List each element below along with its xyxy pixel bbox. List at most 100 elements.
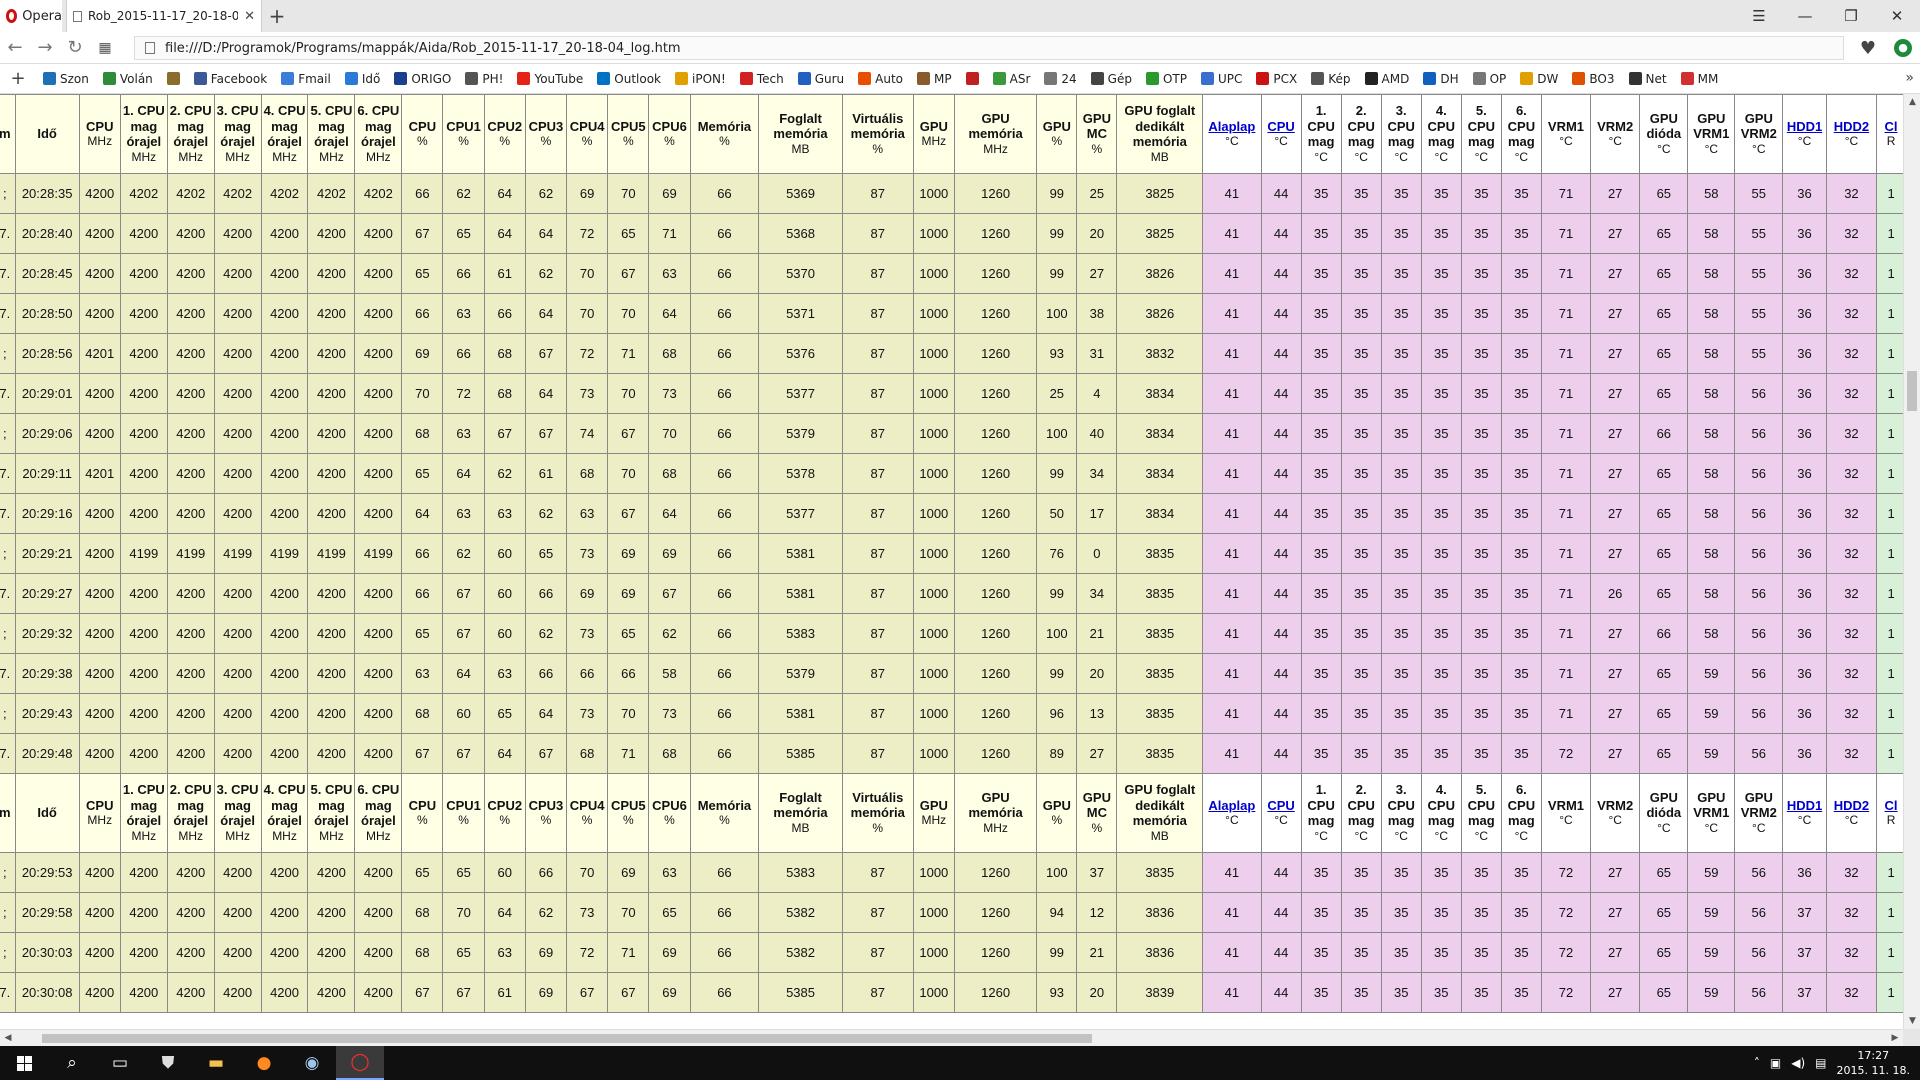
table-cell: 32: [1825, 333, 1878, 374]
scroll-left-icon[interactable]: ◀: [0, 1030, 16, 1047]
horizontal-scrollbar[interactable]: ◀ ▶: [0, 1029, 1903, 1046]
opera-menu-label: Opera: [22, 8, 62, 24]
vertical-scrollbar[interactable]: ▲ ▼: [1903, 94, 1920, 1029]
column-header[interactable]: CPU °C: [1260, 773, 1302, 853]
clock[interactable]: 17:27 2015. 11. 18.: [1837, 1048, 1910, 1078]
table-cell: 35: [1380, 453, 1422, 494]
horizontal-scroll-thumb[interactable]: [42, 1034, 1092, 1043]
add-bookmark-icon[interactable]: +: [0, 68, 36, 89]
action-center-icon[interactable]: ▤: [1815, 1056, 1826, 1070]
table-cell: 4200: [260, 693, 309, 734]
firefox-icon[interactable]: ●: [240, 1046, 288, 1080]
column-header-unit: °C: [1844, 134, 1859, 148]
bookmark-item[interactable]: ORIGO: [387, 72, 458, 86]
tab-close-icon[interactable]: ✕: [244, 9, 255, 24]
bookmark-item[interactable]: OTP: [1139, 72, 1194, 86]
table-cell: 1: [1876, 533, 1906, 574]
table-cell: 4200: [119, 852, 168, 893]
table-cell: 58: [1687, 213, 1736, 254]
reload-icon[interactable]: ↻: [60, 37, 90, 58]
table-row: ; 20:29:53 4200 4200 4200 4200 4200 4200 4200 65 6…: [0, 852, 1906, 893]
bookmark-item[interactable]: MM: [1674, 72, 1726, 86]
table-cell: 70: [607, 173, 650, 214]
opera-menu-button[interactable]: Opera: [0, 0, 62, 32]
scroll-down-icon[interactable]: ▼: [1904, 1013, 1920, 1029]
bookmark-item[interactable]: Tech: [733, 72, 791, 86]
bookmark-item[interactable]: BO3: [1565, 72, 1621, 86]
bookmark-item[interactable]: iPON!: [668, 72, 733, 86]
scroll-up-icon[interactable]: ▲: [1904, 94, 1920, 110]
new-tab-button[interactable]: +: [262, 0, 292, 32]
bookmark-item[interactable]: AMD: [1358, 72, 1417, 86]
bookmark-item[interactable]: Outlook: [590, 72, 668, 86]
table-cell: 56: [1734, 533, 1784, 574]
search-icon[interactable]: ⌕: [48, 1046, 96, 1080]
table-cell: 4202: [213, 173, 262, 214]
app-shield-icon[interactable]: ⛊: [144, 1046, 192, 1080]
bookmark-item[interactable]: MP: [910, 72, 959, 86]
column-header[interactable]: Alaplap °C: [1202, 773, 1262, 853]
file-explorer-icon[interactable]: ▬: [192, 1046, 240, 1080]
bookmark-item[interactable]: UPC: [1194, 72, 1249, 86]
bookmark-item[interactable]: Idő: [338, 72, 388, 86]
bookmark-item[interactable]: YouTube: [510, 72, 590, 86]
bookmark-item[interactable]: DH: [1416, 72, 1465, 86]
bookmark-item[interactable]: Net: [1622, 72, 1674, 86]
maximize-button[interactable]: ❐: [1828, 0, 1874, 32]
bookmark-item[interactable]: PH!: [458, 72, 510, 86]
bookmark-item[interactable]: OP: [1466, 72, 1514, 86]
network-icon[interactable]: ▣: [1770, 1056, 1781, 1070]
more-bookmarks-icon[interactable]: »: [1905, 70, 1914, 86]
bookmark-item[interactable]: Guru: [791, 72, 851, 86]
column-header[interactable]: CPU °C: [1260, 94, 1302, 174]
speed-dial-icon[interactable]: ▦: [90, 40, 120, 56]
bookmark-item[interactable]: ASr: [986, 72, 1038, 86]
column-header[interactable]: HDD1 °C: [1782, 773, 1827, 853]
column-header[interactable]: HDD1 °C: [1782, 94, 1827, 174]
task-view-icon[interactable]: ▭: [96, 1046, 144, 1080]
table-cell: 56: [1734, 892, 1784, 933]
column-header[interactable]: Alaplap °C: [1202, 94, 1262, 174]
column-header: CPU%: [401, 773, 444, 853]
close-window-button[interactable]: ✕: [1874, 0, 1920, 32]
bookmark-item[interactable]: 24: [1037, 72, 1083, 86]
table-cell: 27: [1590, 653, 1641, 694]
back-icon[interactable]: ←: [0, 37, 30, 58]
table-cell: 35: [1300, 173, 1342, 214]
volume-icon[interactable]: ◀): [1791, 1056, 1805, 1070]
extension-icon[interactable]: ●: [1894, 39, 1912, 57]
vertical-scroll-thumb[interactable]: [1907, 371, 1917, 411]
bookmark-item[interactable]: [959, 72, 986, 85]
table-cell: 35: [1340, 892, 1382, 933]
column-header-unit: R: [1886, 134, 1896, 148]
bookmark-item[interactable]: Kép: [1304, 72, 1357, 86]
steam-icon[interactable]: ◉: [288, 1046, 336, 1080]
bookmark-heart-icon[interactable]: ♥: [1860, 38, 1876, 59]
column-header[interactable]: Cl R: [1876, 94, 1906, 174]
tray-chevron-icon[interactable]: ˄: [1754, 1056, 1760, 1070]
scroll-right-icon[interactable]: ▶: [1887, 1030, 1903, 1047]
table-cell: 1000: [912, 852, 955, 893]
tab-log-file[interactable]: Rob_2015-11-17_20-18-04 ✕: [66, 0, 262, 32]
tab-menu-icon[interactable]: ☰: [1736, 0, 1782, 32]
bookmark-item[interactable]: PCX: [1249, 72, 1304, 86]
url-field[interactable]: file:///D:/Programok/Programs/mappák/Aid…: [134, 36, 1844, 60]
bookmark-item[interactable]: Auto: [851, 72, 910, 86]
start-button[interactable]: [0, 1046, 48, 1080]
bookmark-item[interactable]: Fmail: [274, 72, 338, 86]
forward-icon[interactable]: →: [30, 37, 60, 58]
bookmark-item[interactable]: Gép: [1084, 72, 1139, 86]
column-header[interactable]: HDD2 °C: [1825, 773, 1878, 853]
bookmark-item[interactable]: Volán: [96, 72, 160, 86]
bookmark-item[interactable]: [160, 72, 187, 85]
column-header[interactable]: Cl R: [1876, 773, 1906, 853]
bookmark-item[interactable]: Facebook: [187, 72, 274, 86]
table-cell: 67: [401, 972, 444, 1013]
column-header[interactable]: HDD2 °C: [1825, 94, 1878, 174]
table-cell: 35: [1340, 373, 1382, 414]
bookmark-item[interactable]: Szon: [36, 72, 96, 86]
minimize-button[interactable]: —: [1782, 0, 1828, 32]
bookmark-item[interactable]: DW: [1513, 72, 1565, 86]
table-cell: 64: [483, 733, 526, 774]
opera-taskbar-icon[interactable]: ◯: [336, 1046, 384, 1080]
